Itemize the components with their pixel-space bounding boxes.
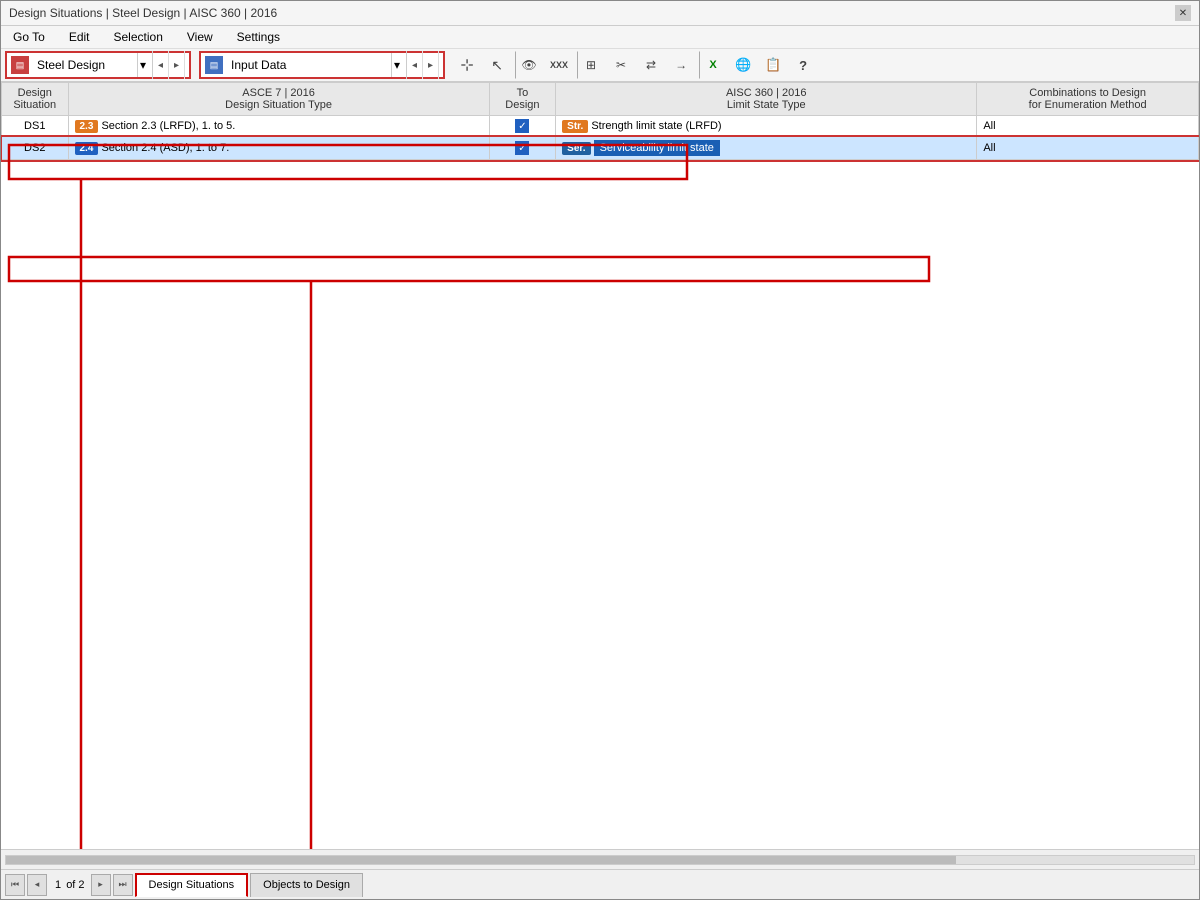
steel-design-icon: ▤: [11, 56, 29, 74]
ds2-limitstate-cell: Ser. Serviceability limit state: [556, 137, 977, 160]
ds1-limitstate-cell: Str. Strength limit state (LRFD): [556, 116, 977, 137]
input-data-nav: ◂ ▸: [406, 51, 439, 79]
toolbar: ▤ Steel Design ▾ ◂ ▸ ▤ Input Data ▾ ◂ ▸ …: [1, 49, 1199, 82]
excel-tool-icon[interactable]: X: [699, 51, 727, 79]
select-tool-icon[interactable]: ⊹: [453, 51, 481, 79]
table-row[interactable]: DS2 2.4 Section 2.4 (ASD), 1. to 7. ✓: [2, 137, 1199, 160]
ds1-checkbox[interactable]: ✓: [515, 119, 529, 133]
export-tool-icon[interactable]: →: [667, 51, 695, 79]
ds1-description-cell: 2.3 Section 2.3 (LRFD), 1. to 5.: [68, 116, 489, 137]
help-tool-icon[interactable]: ?: [789, 51, 817, 79]
input-data-dropdown[interactable]: ▤ Input Data ▾ ◂ ▸: [199, 51, 445, 79]
ds2-limit-badge: Ser.: [562, 142, 590, 155]
table-row[interactable]: DS1 2.3 Section 2.3 (LRFD), 1. to 5. ✓: [2, 116, 1199, 137]
horizontal-scrollbar[interactable]: [1, 849, 1199, 869]
table-header-row: Design Situation ASCE 7 | 2016 Design Si…: [2, 83, 1199, 116]
tab-next-btn[interactable]: ▸: [91, 874, 111, 896]
input-data-prev[interactable]: ◂: [407, 51, 423, 79]
page-current: 1 of 2: [49, 879, 91, 891]
tab-design-situations[interactable]: Design Situations: [135, 873, 249, 897]
ds1-combinations-cell: All: [977, 116, 1199, 137]
ds2-id-cell: DS2: [2, 137, 69, 160]
input-data-label: Input Data: [227, 58, 387, 72]
globe-tool-icon[interactable]: 🌐: [729, 51, 757, 79]
menu-bar: Go To Edit Selection View Settings: [1, 26, 1199, 49]
tab-bar: ⏮ ◂ 1 of 2 ▸ ⏭ Design Situations Objects…: [1, 869, 1199, 899]
tab-prev-btn[interactable]: ◂: [27, 874, 47, 896]
ds2-combinations-cell: All: [977, 137, 1199, 160]
cut-tool-icon[interactable]: ✂: [607, 51, 635, 79]
col-to-design-header: To Design: [489, 83, 556, 116]
ds1-todesign-cell: ✓: [489, 116, 556, 137]
close-button[interactable]: ✕: [1175, 5, 1191, 21]
steel-design-next[interactable]: ▸: [169, 51, 185, 79]
tab-first-btn[interactable]: ⏮: [5, 874, 25, 896]
arrow-tool-icon[interactable]: ↖: [483, 51, 511, 79]
steel-design-dropdown[interactable]: ▤ Steel Design ▾ ◂ ▸: [5, 51, 191, 79]
window-title: Design Situations | Steel Design | AISC …: [9, 6, 277, 20]
app-window: Design Situations | Steel Design | AISC …: [0, 0, 1200, 900]
steel-design-nav: ◂ ▸: [152, 51, 185, 79]
tab-last-btn[interactable]: ⏭: [113, 874, 133, 896]
col-asce-header: ASCE 7 | 2016 Design Situation Type: [68, 83, 489, 116]
menu-edit[interactable]: Edit: [65, 28, 94, 46]
copy-tool-icon[interactable]: ⊞: [577, 51, 605, 79]
ds1-id-cell: DS1: [2, 116, 69, 137]
tab-objects-to-design[interactable]: Objects to Design: [250, 873, 363, 897]
col-aisc-header: AISC 360 | 2016 Limit State Type: [556, 83, 977, 116]
ds2-checkbox[interactable]: ✓: [515, 141, 529, 155]
eye-tool-icon[interactable]: 👁: [515, 51, 543, 79]
menu-selection[interactable]: Selection: [110, 28, 167, 46]
text-tool-icon[interactable]: XXX: [545, 51, 573, 79]
annotation-overlay: [1, 82, 1199, 849]
ds2-badge: 2.4: [75, 142, 99, 155]
ds2-description-cell: 2.4 Section 2.4 (ASD), 1. to 7.: [68, 137, 489, 160]
design-situations-table: Design Situation ASCE 7 | 2016 Design Si…: [1, 82, 1199, 160]
col-combinations-header: Combinations to Design for Enumeration M…: [977, 83, 1199, 116]
ds1-badge: 2.3: [75, 120, 99, 133]
ds2-todesign-cell: ✓: [489, 137, 556, 160]
scroll-thumb[interactable]: [6, 856, 956, 864]
ds2-limit-state-text: Serviceability limit state: [594, 140, 720, 156]
main-content: Design Situation ASCE 7 | 2016 Design Si…: [1, 82, 1199, 899]
input-data-next[interactable]: ▸: [423, 51, 439, 79]
menu-settings[interactable]: Settings: [233, 28, 284, 46]
steel-design-prev[interactable]: ◂: [153, 51, 169, 79]
ds1-limit-badge: Str.: [562, 120, 588, 133]
toolbar-icons: ⊹ ↖ 👁 XXX ⊞ ✂ ⇄ → X 🌐 📋 ?: [453, 51, 817, 79]
menu-view[interactable]: View: [183, 28, 217, 46]
steel-design-dropdown-arrow[interactable]: ▾: [137, 53, 148, 77]
report-tool-icon[interactable]: 📋: [759, 51, 787, 79]
input-data-dropdown-arrow[interactable]: ▾: [391, 53, 402, 77]
input-data-icon: ▤: [205, 56, 223, 74]
merge-tool-icon[interactable]: ⇄: [637, 51, 665, 79]
col-design-situation-header: Design Situation: [2, 83, 69, 116]
title-bar: Design Situations | Steel Design | AISC …: [1, 1, 1199, 26]
scroll-track[interactable]: [5, 855, 1195, 865]
menu-goto[interactable]: Go To: [9, 28, 49, 46]
steel-design-label: Steel Design: [33, 58, 133, 72]
